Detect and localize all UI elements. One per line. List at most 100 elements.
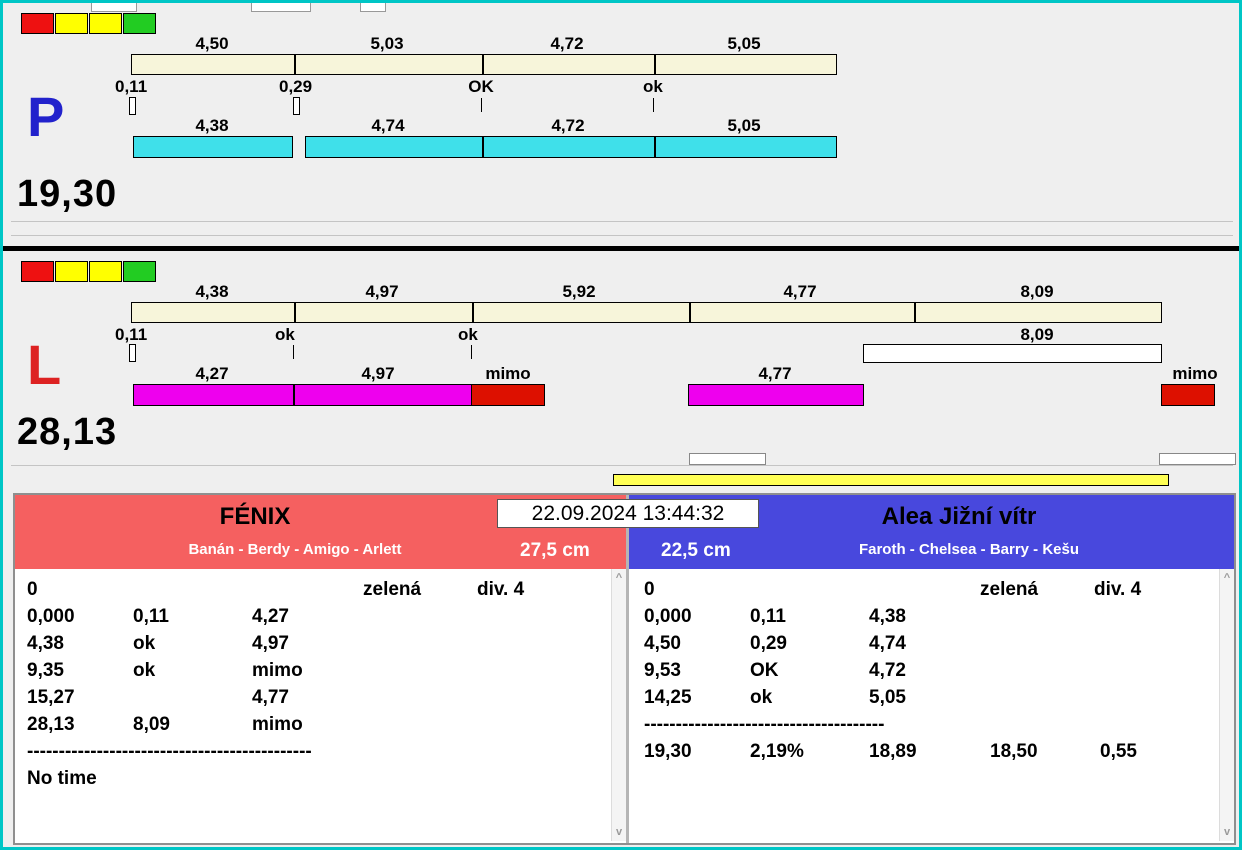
split-time-label: 4,97 — [365, 282, 399, 301]
cell: 4,97 — [252, 633, 289, 654]
split-time-label: 4,50 — [195, 34, 229, 53]
checkpoint-label: 0,11 — [115, 325, 148, 344]
change-marker — [293, 97, 300, 115]
run-time-label: 4,97 — [361, 364, 395, 383]
cell: 0,000 — [644, 606, 692, 627]
stat-cell: 18,50 — [990, 741, 1038, 762]
run-time-label: 4,27 — [195, 364, 229, 383]
cell: 4,77 — [252, 687, 289, 708]
start-marker — [129, 344, 136, 362]
run-time-label: 4,77 — [758, 364, 792, 383]
scroll-down-icon[interactable]: v — [612, 826, 626, 838]
fault-label: mimo — [485, 364, 531, 383]
cell: div. 4 — [477, 579, 525, 600]
total-time-cell: 19,30 — [644, 741, 692, 762]
table-row: 0 zelená div. 4 — [15, 579, 626, 606]
lane-divider — [3, 246, 1239, 251]
cell: 4,38 — [869, 606, 906, 627]
totals-row: 19,30 2,19% 18,89 18,50 0,55 — [632, 741, 1234, 768]
cell: 5,05 — [869, 687, 906, 708]
pending-marker-box — [689, 453, 766, 465]
cell: div. 4 — [1094, 579, 1142, 600]
pending-marker-box — [1159, 453, 1236, 465]
cell: mimo — [252, 660, 303, 681]
cell: 0,11 — [133, 606, 169, 627]
table-row: 4,38 ok 4,97 — [15, 633, 626, 660]
no-time-label: No time — [27, 768, 97, 789]
empty-track-line — [11, 221, 1233, 222]
cell: 8,09 — [133, 714, 170, 735]
split-bar-cream — [131, 54, 837, 75]
status-light-green — [123, 261, 156, 282]
status-light-green — [123, 13, 156, 34]
scroll-up-icon[interactable]: ^ — [612, 572, 626, 584]
split-bar-cream — [131, 302, 1162, 323]
checkpoint-label: 0,29 — [279, 77, 313, 96]
checkpoint-label: ok — [275, 325, 295, 344]
status-light-yellow — [55, 13, 88, 34]
split-time-label: 5,92 — [562, 282, 596, 301]
status-light-yellow — [55, 261, 88, 282]
cell: ok — [133, 633, 156, 654]
progress-bar-yellow — [613, 474, 1169, 486]
fault-bar-red — [471, 384, 545, 406]
team-left-results: 0 zelená div. 4 0,000 0,11 4,27 4,38 ok … — [15, 569, 626, 841]
separator-row: -------------------------------------- — [632, 714, 1234, 741]
run-bar-cyan — [305, 136, 837, 158]
team-left-jump-height: 27,5 cm — [520, 540, 590, 561]
scroll-down-icon[interactable]: v — [1220, 826, 1234, 838]
flyball-timing-window: 4,50 5,03 4,72 5,05 0,11 0,29 OK ok 4,38… — [0, 0, 1242, 850]
separator-dashes: ----------------------------------------… — [27, 741, 312, 762]
cell: 4,38 — [27, 633, 64, 654]
bar-tick — [654, 54, 656, 75]
run-bar-magenta — [688, 384, 864, 406]
status-light-yellow — [89, 261, 122, 282]
stat-cell: 0,55 — [1100, 741, 1137, 762]
lane-letter-l: L — [27, 333, 62, 396]
run-time-label: 4,72 — [551, 116, 585, 135]
percent-cell: 2,19% — [750, 741, 804, 762]
cell: 4,74 — [869, 633, 906, 654]
separator-row: ----------------------------------------… — [15, 741, 626, 768]
bar-tick — [914, 302, 916, 323]
split-time-label: 4,72 — [550, 34, 584, 53]
cell: 9,35 — [27, 660, 64, 681]
run-bar-cyan — [133, 136, 293, 158]
cell: 0 — [644, 579, 655, 600]
team-right-name: Alea Jižní vítr — [881, 503, 1037, 530]
empty-track-line — [11, 235, 1233, 236]
run-time-label: 5,05 — [727, 116, 761, 135]
background-window-fragment — [251, 3, 311, 12]
checkpoint-label: 0,11 — [115, 77, 148, 96]
bar-tick — [482, 54, 484, 75]
table-row: 9,53 OK 4,72 — [632, 660, 1234, 687]
bar-tick — [294, 54, 296, 75]
change-marker — [481, 98, 482, 112]
scrollbar-vertical[interactable]: ^ v — [611, 569, 626, 841]
checkpoint-label: 8,09 — [1020, 325, 1054, 344]
scrollbar-vertical[interactable]: ^ v — [1219, 569, 1234, 841]
lane-l-total-time: 28,13 — [17, 411, 118, 453]
separator-dashes: -------------------------------------- — [644, 714, 885, 735]
cell: 28,13 — [27, 714, 75, 735]
cell: OK — [750, 660, 779, 681]
empty-track-line — [11, 465, 1233, 466]
table-row: 4,50 0,29 4,74 — [632, 633, 1234, 660]
bar-tick — [689, 302, 691, 323]
split-time-label: 8,09 — [1020, 282, 1054, 301]
status-light-yellow — [89, 13, 122, 34]
bar-tick — [482, 136, 484, 158]
team-left-dogs: Banán - Berdy - Amigo - Arlett — [188, 541, 402, 558]
cell: 0 — [27, 579, 38, 600]
fault-label: mimo — [1172, 364, 1218, 383]
cell: zelená — [980, 579, 1039, 600]
scroll-up-icon[interactable]: ^ — [1220, 572, 1234, 584]
team-right-results: 0 zelená div. 4 0,000 0,11 4,38 4,50 0,2… — [632, 569, 1234, 841]
table-row: 0,000 0,11 4,38 — [632, 606, 1234, 633]
stat-cell: 18,89 — [869, 741, 917, 762]
cell: 0,29 — [750, 633, 787, 654]
change-marker — [293, 345, 294, 359]
cell: 15,27 — [27, 687, 75, 708]
bar-tick — [654, 136, 656, 158]
cell: zelená — [363, 579, 422, 600]
